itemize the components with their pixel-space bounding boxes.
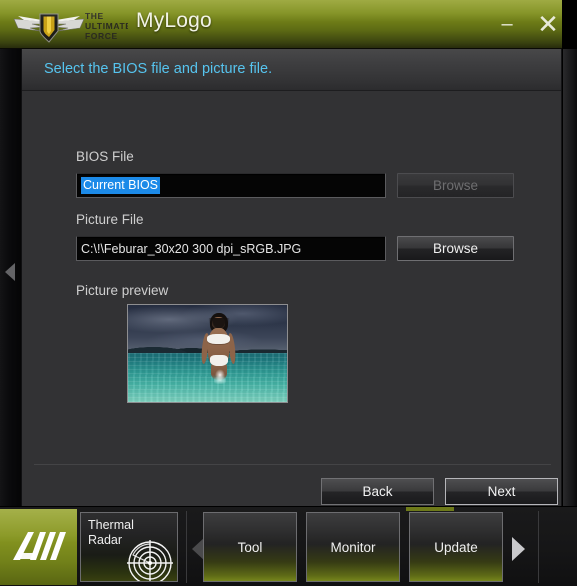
panel-content: BIOS File Current BIOS Browse Picture Fi… [22,91,561,506]
sub-header-text: Select the BIOS file and picture file. [44,61,273,77]
dock-button-tool[interactable]: Tool [203,512,297,582]
mylogo-application-window: THE ULTIMATE FORCE MyLogo – ✕ Select the… [0,0,577,586]
bios-file-label: BIOS File [76,149,134,164]
picture-file-input[interactable]: C:\!\Feburar_30x20 300 dpi_sRGB.JPG [76,236,386,261]
dock-notch [406,507,454,511]
browse-bios-button[interactable]: Browse [397,173,514,198]
dock-button-monitor[interactable]: Monitor [306,512,400,582]
close-button[interactable]: ✕ [530,7,562,41]
dock-separator-right [538,511,539,583]
window-title: MyLogo [136,9,212,32]
bios-file-input[interactable]: Current BIOS [76,173,386,198]
thermal-radar-tile[interactable]: Thermal Radar [80,512,178,582]
bottom-dock: Thermal Radar Tool Monitor Update [0,506,577,586]
svg-text:ULTIMATE: ULTIMATE [85,21,128,31]
left-collapse-rail[interactable] [0,49,21,506]
bios-file-value: Current BIOS [81,177,161,194]
dock-separator [186,511,187,583]
svg-text:THE: THE [85,11,104,21]
sub-header-bar: Select the BIOS file and picture file. [22,49,561,91]
dock-button-update[interactable]: Update [409,512,503,582]
main-panel: Select the BIOS file and picture file. B… [21,49,562,506]
picture-preview-image [127,304,288,403]
radar-icon [125,535,175,581]
tuf-logo: THE ULTIMATE FORCE [10,4,131,46]
triangle-left-icon[interactable] [5,263,15,281]
preview-figure-bottom [209,354,228,366]
next-button[interactable]: Next [445,478,558,505]
preview-figure-top [207,333,230,344]
back-button[interactable]: Back [321,478,434,505]
svg-text:FORCE: FORCE [85,31,118,41]
preview-figure [200,312,237,391]
content-divider [34,464,551,465]
right-edge-rail [563,49,577,506]
picture-preview-label: Picture preview [76,283,169,298]
picture-file-value: C:\!\Feburar_30x20 300 dpi_sRGB.JPG [81,241,302,256]
ai-suite-logo[interactable] [0,509,77,585]
preview-water-splash [213,368,227,385]
browse-picture-button[interactable]: Browse [397,236,514,261]
minimize-button[interactable]: – [489,7,525,41]
title-bar: THE ULTIMATE FORCE MyLogo – ✕ [0,0,562,49]
triangle-right-icon[interactable] [512,537,525,561]
picture-file-label: Picture File [76,212,144,227]
